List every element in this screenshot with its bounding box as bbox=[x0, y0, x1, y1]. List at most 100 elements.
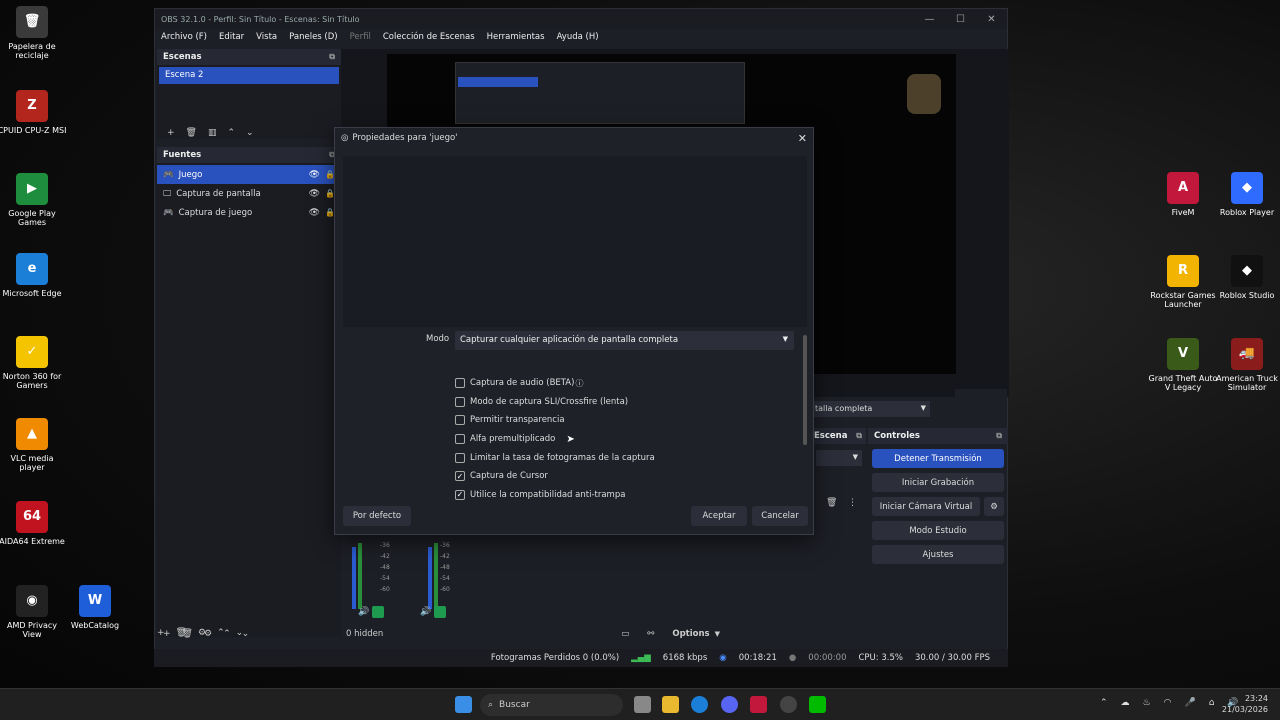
stop-stream-button[interactable]: Detener Transmisión bbox=[872, 449, 1004, 468]
checkbox-checked[interactable]: ✓ bbox=[455, 471, 465, 482]
trash-icon[interactable]: 🗑 bbox=[186, 128, 197, 138]
add-icon[interactable]: + bbox=[157, 628, 165, 638]
undock-icon[interactable]: ⧉ bbox=[996, 431, 1002, 441]
sli-capture-checkbox[interactable]: Modo de captura SLI/Crossfire (lenta) bbox=[455, 393, 655, 412]
filter-icon[interactable]: ▥ bbox=[208, 128, 217, 138]
scene-item[interactable]: Escena 2 bbox=[159, 67, 339, 84]
maximize-icon[interactable]: ☐ bbox=[945, 14, 976, 25]
link-icon[interactable]: ⚯ bbox=[647, 629, 654, 639]
options-button[interactable]: Options bbox=[672, 629, 709, 639]
source-item[interactable]: 🎮 Juego 👁 🔒 bbox=[157, 165, 341, 184]
desktop-icon[interactable]: ▲ VLC media player bbox=[0, 418, 67, 472]
desktop-icon[interactable]: R Rockstar Games Launcher bbox=[1148, 255, 1218, 309]
menu-herramientas[interactable]: Herramientas bbox=[487, 32, 545, 42]
edge-icon[interactable] bbox=[691, 696, 708, 713]
desktop-icon[interactable]: ✓ Norton 360 for Gamers bbox=[0, 336, 67, 390]
studio-mode-button[interactable]: Modo Estudio bbox=[872, 521, 1004, 540]
windows-start-icon[interactable] bbox=[455, 696, 472, 713]
menu-paneles[interactable]: Paneles (D) bbox=[289, 32, 337, 42]
arrow-up-icon[interactable]: ⌃ bbox=[217, 628, 225, 638]
close-icon[interactable]: ✕ bbox=[976, 14, 1007, 25]
checkbox[interactable] bbox=[455, 378, 465, 389]
fivem-icon[interactable] bbox=[750, 696, 767, 713]
speaker-icon[interactable]: 🔊 bbox=[358, 607, 369, 617]
checkbox[interactable] bbox=[455, 415, 465, 426]
clock[interactable]: 23:24 21/03/2026 bbox=[1222, 693, 1268, 715]
discord-icon[interactable] bbox=[721, 696, 738, 713]
headphones-icon[interactable] bbox=[434, 606, 446, 618]
desktop-icon[interactable]: A FiveM bbox=[1148, 172, 1218, 217]
scrollbar[interactable] bbox=[803, 335, 807, 445]
steam-icon[interactable]: ♨ bbox=[1143, 698, 1151, 708]
source-item[interactable]: 🎮 Captura de juego 👁 🔒 bbox=[157, 203, 341, 222]
desktop-icon[interactable]: W WebCatalog bbox=[60, 585, 130, 630]
eye-icon[interactable]: 👁 bbox=[309, 170, 320, 180]
arrow-down-icon[interactable]: ⌄ bbox=[246, 128, 254, 138]
menu-ayuda[interactable]: Ayuda (H) bbox=[557, 32, 599, 42]
desktop-icon[interactable]: Z CPUID CPU-Z MSI bbox=[0, 90, 67, 135]
cloud-icon[interactable]: ☁ bbox=[1121, 698, 1130, 708]
defaults-button[interactable]: Por defecto bbox=[343, 506, 411, 526]
minimize-icon[interactable]: — bbox=[914, 14, 945, 25]
desktop-icon[interactable]: 🗑 Papelera de reciclaje bbox=[0, 6, 67, 60]
microphone-icon[interactable]: 🎤 bbox=[1184, 698, 1195, 708]
kick-icon[interactable] bbox=[809, 696, 826, 713]
menu-archivo[interactable]: Archivo (F) bbox=[161, 32, 207, 42]
limit-framerate-checkbox[interactable]: Limitar la tasa de fotogramas de la capt… bbox=[455, 448, 655, 467]
trash-icon[interactable]: 🗑 bbox=[826, 498, 837, 508]
task-view-icon[interactable] bbox=[634, 696, 651, 713]
gear-icon[interactable]: ⚙ bbox=[198, 628, 206, 638]
speaker-icon[interactable]: 🔊 bbox=[420, 607, 431, 617]
desktop-icon[interactable]: ◉ AMD Privacy View bbox=[0, 585, 67, 639]
wifi-icon[interactable]: ◠ bbox=[1164, 698, 1172, 708]
desktop-icon[interactable]: 64 AIDA64 Extreme bbox=[0, 501, 67, 546]
mode-dropdown-behind[interactable]: talla completa ▼ bbox=[812, 401, 930, 417]
desktop-icon[interactable]: 🚚 American Truck Simulator bbox=[1212, 338, 1280, 392]
transition-select[interactable]: ▼ bbox=[816, 450, 862, 466]
gear-icon[interactable]: ⚙ bbox=[984, 497, 1004, 516]
undock-icon[interactable]: ⧉ bbox=[856, 431, 862, 441]
arrow-down-icon[interactable]: ⌄ bbox=[236, 628, 244, 638]
layout-icon[interactable]: ▭ bbox=[621, 629, 629, 639]
start-recording-button[interactable]: Iniciar Grabación bbox=[872, 473, 1004, 492]
audio-capture-checkbox[interactable]: Captura de audio (BETA) ⓘ bbox=[455, 374, 655, 393]
settings-button[interactable]: Ajustes bbox=[872, 545, 1004, 564]
obs-icon[interactable] bbox=[780, 696, 797, 713]
headphones-icon[interactable] bbox=[372, 606, 384, 618]
desktop-icon[interactable]: e Microsoft Edge bbox=[0, 253, 67, 298]
file-explorer-icon[interactable] bbox=[662, 696, 679, 713]
eye-icon[interactable]: 👁 bbox=[309, 189, 320, 199]
menu-editar[interactable]: Editar bbox=[219, 32, 244, 42]
undock-icon[interactable]: ⧉ bbox=[329, 52, 335, 62]
capture-cursor-checkbox[interactable]: ✓ Captura de Cursor bbox=[455, 467, 655, 486]
desktop-icon[interactable]: ◆ Roblox Player bbox=[1212, 172, 1280, 217]
search-box[interactable]: ⌕ Buscar bbox=[480, 694, 623, 716]
desktop-icon[interactable]: ▶ Google Play Games bbox=[0, 173, 67, 227]
virtual-camera-button[interactable]: Iniciar Cámara Virtual bbox=[872, 497, 980, 516]
close-icon[interactable]: ✕ bbox=[798, 132, 807, 145]
help-icon[interactable]: ⓘ bbox=[575, 378, 583, 389]
checkbox[interactable] bbox=[455, 396, 465, 407]
more-icon[interactable]: ⋮ bbox=[848, 498, 857, 508]
anti-cheat-checkbox[interactable]: ✓ Utilice la compatibilidad anti-trampa bbox=[455, 486, 655, 505]
cancel-button[interactable]: Cancelar bbox=[752, 506, 808, 526]
source-item[interactable]: 🖵 Captura de pantalla 👁 🔒 bbox=[157, 184, 341, 203]
menu-vista[interactable]: Vista bbox=[256, 32, 277, 42]
checkbox-checked[interactable]: ✓ bbox=[455, 489, 465, 500]
network-icon[interactable]: ⌂ bbox=[1209, 698, 1215, 708]
desktop-icon[interactable]: V Grand Theft Auto V Legacy bbox=[1148, 338, 1218, 392]
checkbox[interactable] bbox=[455, 452, 465, 463]
menu-perfil[interactable]: Perfil bbox=[350, 32, 371, 42]
accept-button[interactable]: Aceptar bbox=[691, 506, 747, 526]
add-icon[interactable]: + bbox=[167, 128, 175, 138]
premultiplied-alpha-checkbox[interactable]: Alfa premultiplicado ➤ bbox=[455, 430, 655, 449]
trash-icon[interactable]: 🗑 bbox=[176, 628, 187, 638]
checkbox[interactable] bbox=[455, 434, 465, 445]
menu-coleccion-escenas[interactable]: Colección de Escenas bbox=[383, 32, 475, 42]
desktop-icon[interactable]: ◆ Roblox Studio bbox=[1212, 255, 1280, 300]
transparency-checkbox[interactable]: Permitir transparencia bbox=[455, 411, 655, 430]
chevron-up-icon[interactable]: ⌃ bbox=[1100, 698, 1108, 708]
eye-icon[interactable]: 👁 bbox=[309, 208, 320, 218]
mode-select[interactable]: Capturar cualquier aplicación de pantall… bbox=[455, 331, 794, 350]
arrow-up-icon[interactable]: ⌃ bbox=[228, 128, 236, 138]
